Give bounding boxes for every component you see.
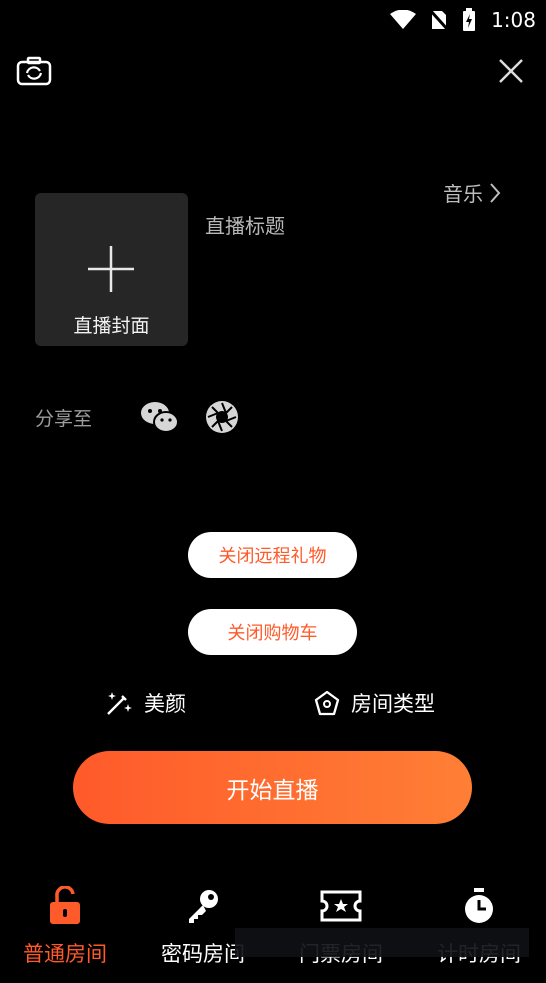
- plus-icon: [88, 246, 134, 292]
- overlay-bar: [235, 928, 529, 957]
- room-type-button[interactable]: 房间类型: [313, 688, 435, 718]
- home-icon: [314, 690, 340, 716]
- share-wechat-button[interactable]: [140, 400, 180, 436]
- key-icon: [189, 890, 218, 923]
- close-icon: [499, 59, 523, 83]
- wechat-icon: [141, 402, 179, 433]
- close-remote-gifts-button[interactable]: 关闭远程礼物: [188, 532, 357, 578]
- cover-label: 直播封面: [73, 315, 150, 337]
- music-label: 音乐: [443, 182, 483, 206]
- switch-camera-button[interactable]: [16, 56, 52, 86]
- beauty-button[interactable]: 美颜: [104, 688, 186, 718]
- share-moments-button[interactable]: [205, 400, 239, 434]
- room-type-label: 房间类型: [351, 692, 435, 716]
- magic-wand-icon: [107, 692, 132, 715]
- music-button[interactable]: 音乐: [443, 178, 501, 207]
- tab-normal-room-label: 普通房间: [23, 942, 107, 966]
- tab-normal-room[interactable]: 普通房间: [0, 878, 130, 968]
- moments-icon: [206, 401, 238, 433]
- timer-icon: [465, 888, 493, 923]
- clock: 1:08: [491, 8, 536, 32]
- beauty-label: 美颜: [144, 692, 186, 716]
- cover-upload[interactable]: 直播封面: [35, 193, 188, 346]
- status-icons: [390, 8, 476, 32]
- no-sim-icon: [430, 9, 448, 31]
- close-shopping-cart-button[interactable]: 关闭购物车: [188, 609, 357, 655]
- wifi-icon: [390, 10, 416, 29]
- chevron-right-icon: [490, 182, 501, 203]
- ticket-icon: [320, 890, 362, 922]
- unlock-icon: [50, 886, 80, 924]
- camera-switch-icon: [16, 56, 52, 86]
- share-label: 分享至: [35, 408, 93, 430]
- start-live-button[interactable]: 开始直播: [73, 751, 472, 824]
- close-button[interactable]: [498, 58, 524, 84]
- status-bar: 1:08: [0, 0, 546, 40]
- live-title-input[interactable]: 直播标题: [205, 210, 285, 239]
- battery-icon: [463, 8, 475, 31]
